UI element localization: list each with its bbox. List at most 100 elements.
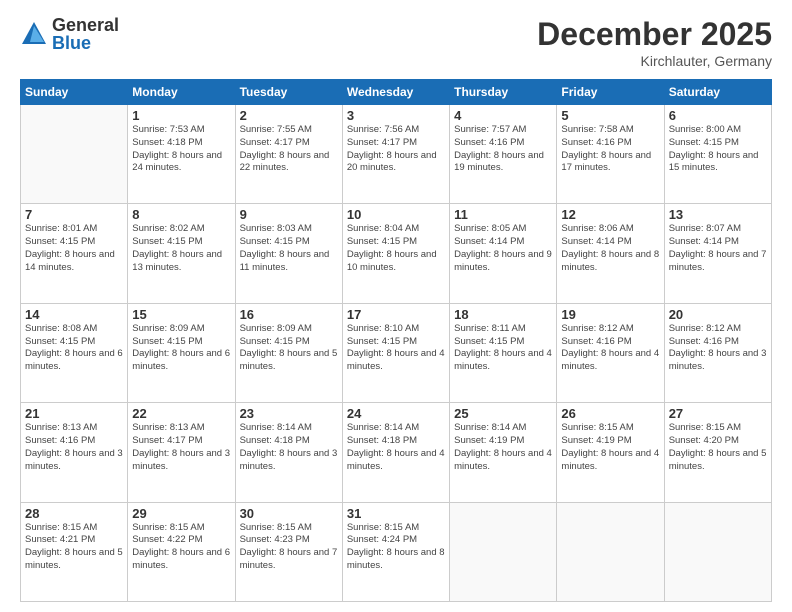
- day-number: 26: [561, 406, 659, 421]
- day-info: Sunrise: 7:56 AM Sunset: 4:17 PM Dayligh…: [347, 124, 445, 175]
- day-number: 21: [25, 406, 123, 421]
- day-number: 30: [240, 506, 338, 521]
- day-number: 22: [132, 406, 230, 421]
- calendar-day-header: Wednesday: [342, 80, 449, 105]
- day-info: Sunrise: 8:14 AM Sunset: 4:18 PM Dayligh…: [240, 422, 338, 473]
- day-number: 31: [347, 506, 445, 521]
- calendar-week-row: 14Sunrise: 8:08 AM Sunset: 4:15 PM Dayli…: [21, 303, 772, 402]
- logo-text: General Blue: [52, 16, 119, 52]
- day-info: Sunrise: 8:13 AM Sunset: 4:17 PM Dayligh…: [132, 422, 230, 473]
- calendar-cell: [450, 502, 557, 601]
- day-number: 29: [132, 506, 230, 521]
- day-number: 16: [240, 307, 338, 322]
- calendar-day-header: Thursday: [450, 80, 557, 105]
- calendar-table: SundayMondayTuesdayWednesdayThursdayFrid…: [20, 79, 772, 602]
- calendar-week-row: 1Sunrise: 7:53 AM Sunset: 4:18 PM Daylig…: [21, 105, 772, 204]
- calendar-cell: 21Sunrise: 8:13 AM Sunset: 4:16 PM Dayli…: [21, 403, 128, 502]
- day-info: Sunrise: 8:15 AM Sunset: 4:21 PM Dayligh…: [25, 522, 123, 573]
- day-number: 9: [240, 207, 338, 222]
- day-info: Sunrise: 8:06 AM Sunset: 4:14 PM Dayligh…: [561, 223, 659, 274]
- calendar-day-header: Tuesday: [235, 80, 342, 105]
- day-number: 17: [347, 307, 445, 322]
- day-info: Sunrise: 8:15 AM Sunset: 4:19 PM Dayligh…: [561, 422, 659, 473]
- calendar-cell: 25Sunrise: 8:14 AM Sunset: 4:19 PM Dayli…: [450, 403, 557, 502]
- day-info: Sunrise: 8:05 AM Sunset: 4:14 PM Dayligh…: [454, 223, 552, 274]
- day-info: Sunrise: 8:09 AM Sunset: 4:15 PM Dayligh…: [132, 323, 230, 374]
- calendar-cell: 18Sunrise: 8:11 AM Sunset: 4:15 PM Dayli…: [450, 303, 557, 402]
- day-number: 24: [347, 406, 445, 421]
- logo-general-text: General: [52, 16, 119, 34]
- calendar-cell: 24Sunrise: 8:14 AM Sunset: 4:18 PM Dayli…: [342, 403, 449, 502]
- calendar-cell: 6Sunrise: 8:00 AM Sunset: 4:15 PM Daylig…: [664, 105, 771, 204]
- day-info: Sunrise: 8:11 AM Sunset: 4:15 PM Dayligh…: [454, 323, 552, 374]
- day-info: Sunrise: 8:01 AM Sunset: 4:15 PM Dayligh…: [25, 223, 123, 274]
- day-number: 2: [240, 108, 338, 123]
- calendar-cell: 11Sunrise: 8:05 AM Sunset: 4:14 PM Dayli…: [450, 204, 557, 303]
- day-number: 27: [669, 406, 767, 421]
- day-number: 11: [454, 207, 552, 222]
- calendar-cell: 23Sunrise: 8:14 AM Sunset: 4:18 PM Dayli…: [235, 403, 342, 502]
- day-number: 10: [347, 207, 445, 222]
- day-number: 6: [669, 108, 767, 123]
- day-number: 25: [454, 406, 552, 421]
- logo-blue-text: Blue: [52, 34, 119, 52]
- day-number: 7: [25, 207, 123, 222]
- calendar-cell: 27Sunrise: 8:15 AM Sunset: 4:20 PM Dayli…: [664, 403, 771, 502]
- calendar-week-row: 28Sunrise: 8:15 AM Sunset: 4:21 PM Dayli…: [21, 502, 772, 601]
- day-number: 5: [561, 108, 659, 123]
- calendar-cell: 9Sunrise: 8:03 AM Sunset: 4:15 PM Daylig…: [235, 204, 342, 303]
- calendar-cell: 14Sunrise: 8:08 AM Sunset: 4:15 PM Dayli…: [21, 303, 128, 402]
- day-number: 8: [132, 207, 230, 222]
- day-info: Sunrise: 8:09 AM Sunset: 4:15 PM Dayligh…: [240, 323, 338, 374]
- calendar-cell: 31Sunrise: 8:15 AM Sunset: 4:24 PM Dayli…: [342, 502, 449, 601]
- day-info: Sunrise: 7:57 AM Sunset: 4:16 PM Dayligh…: [454, 124, 552, 175]
- calendar-day-header: Sunday: [21, 80, 128, 105]
- calendar-cell: 28Sunrise: 8:15 AM Sunset: 4:21 PM Dayli…: [21, 502, 128, 601]
- day-info: Sunrise: 8:04 AM Sunset: 4:15 PM Dayligh…: [347, 223, 445, 274]
- calendar-week-row: 7Sunrise: 8:01 AM Sunset: 4:15 PM Daylig…: [21, 204, 772, 303]
- calendar-cell: 17Sunrise: 8:10 AM Sunset: 4:15 PM Dayli…: [342, 303, 449, 402]
- day-number: 19: [561, 307, 659, 322]
- page: General Blue December 2025 Kirchlauter, …: [0, 0, 792, 612]
- day-number: 4: [454, 108, 552, 123]
- day-info: Sunrise: 8:08 AM Sunset: 4:15 PM Dayligh…: [25, 323, 123, 374]
- day-info: Sunrise: 8:15 AM Sunset: 4:24 PM Dayligh…: [347, 522, 445, 573]
- calendar-week-row: 21Sunrise: 8:13 AM Sunset: 4:16 PM Dayli…: [21, 403, 772, 502]
- day-number: 28: [25, 506, 123, 521]
- calendar-cell: 22Sunrise: 8:13 AM Sunset: 4:17 PM Dayli…: [128, 403, 235, 502]
- day-number: 20: [669, 307, 767, 322]
- day-info: Sunrise: 7:53 AM Sunset: 4:18 PM Dayligh…: [132, 124, 230, 175]
- day-info: Sunrise: 8:14 AM Sunset: 4:19 PM Dayligh…: [454, 422, 552, 473]
- day-number: 1: [132, 108, 230, 123]
- subtitle: Kirchlauter, Germany: [537, 53, 772, 69]
- day-info: Sunrise: 8:02 AM Sunset: 4:15 PM Dayligh…: [132, 223, 230, 274]
- day-info: Sunrise: 8:13 AM Sunset: 4:16 PM Dayligh…: [25, 422, 123, 473]
- calendar-cell: 4Sunrise: 7:57 AM Sunset: 4:16 PM Daylig…: [450, 105, 557, 204]
- calendar-cell: 13Sunrise: 8:07 AM Sunset: 4:14 PM Dayli…: [664, 204, 771, 303]
- calendar-cell: 1Sunrise: 7:53 AM Sunset: 4:18 PM Daylig…: [128, 105, 235, 204]
- calendar-cell: 29Sunrise: 8:15 AM Sunset: 4:22 PM Dayli…: [128, 502, 235, 601]
- calendar-cell: 26Sunrise: 8:15 AM Sunset: 4:19 PM Dayli…: [557, 403, 664, 502]
- calendar-cell: 30Sunrise: 8:15 AM Sunset: 4:23 PM Dayli…: [235, 502, 342, 601]
- day-info: Sunrise: 8:12 AM Sunset: 4:16 PM Dayligh…: [561, 323, 659, 374]
- calendar-cell: 5Sunrise: 7:58 AM Sunset: 4:16 PM Daylig…: [557, 105, 664, 204]
- calendar-day-header: Monday: [128, 80, 235, 105]
- calendar-cell: 2Sunrise: 7:55 AM Sunset: 4:17 PM Daylig…: [235, 105, 342, 204]
- logo-icon: [20, 20, 48, 48]
- logo: General Blue: [20, 16, 119, 52]
- day-info: Sunrise: 8:07 AM Sunset: 4:14 PM Dayligh…: [669, 223, 767, 274]
- day-number: 18: [454, 307, 552, 322]
- calendar-cell: 12Sunrise: 8:06 AM Sunset: 4:14 PM Dayli…: [557, 204, 664, 303]
- day-info: Sunrise: 8:15 AM Sunset: 4:22 PM Dayligh…: [132, 522, 230, 573]
- calendar-cell: [21, 105, 128, 204]
- day-info: Sunrise: 8:10 AM Sunset: 4:15 PM Dayligh…: [347, 323, 445, 374]
- month-title: December 2025: [537, 16, 772, 53]
- day-number: 14: [25, 307, 123, 322]
- calendar-day-header: Saturday: [664, 80, 771, 105]
- calendar-header-row: SundayMondayTuesdayWednesdayThursdayFrid…: [21, 80, 772, 105]
- day-number: 12: [561, 207, 659, 222]
- day-info: Sunrise: 7:55 AM Sunset: 4:17 PM Dayligh…: [240, 124, 338, 175]
- calendar-day-header: Friday: [557, 80, 664, 105]
- day-info: Sunrise: 8:15 AM Sunset: 4:20 PM Dayligh…: [669, 422, 767, 473]
- calendar-cell: 8Sunrise: 8:02 AM Sunset: 4:15 PM Daylig…: [128, 204, 235, 303]
